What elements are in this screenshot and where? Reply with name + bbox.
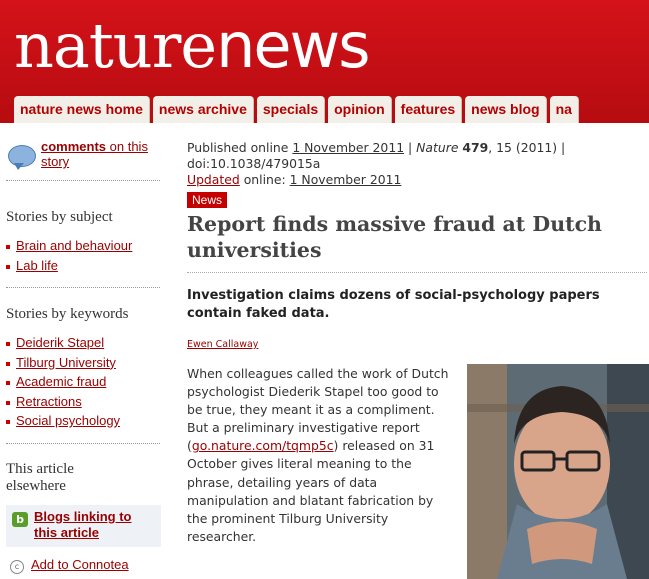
logo-news: news — [216, 9, 370, 82]
comments-link[interactable]: comments on this story — [6, 139, 161, 181]
site-header: naturenews nature news home news archive… — [0, 0, 649, 123]
elsewhere-heading: This article elsewhere — [6, 461, 74, 494]
updated-date: 1 November 2011 — [289, 172, 402, 188]
keywords-list: Deiderik Stapel Tilburg University Acade… — [6, 333, 120, 431]
speech-bubble-icon — [8, 145, 36, 170]
tab-nature-news-home[interactable]: nature news home — [14, 96, 150, 123]
tab-news-archive[interactable]: news archive — [152, 96, 254, 123]
nature-news-logo[interactable]: naturenews — [14, 0, 371, 92]
body-text-2: ) released on 31 October gives literal m… — [187, 438, 435, 544]
tab-overflow[interactable]: na — [549, 96, 579, 123]
logo-nature: nature — [14, 9, 217, 82]
subject-link-brain-and-behaviour[interactable]: Brain and behaviour — [6, 236, 132, 256]
published-date: 1 November 2011 — [292, 140, 405, 155]
article-title: Report finds massive fraud at Dutch univ… — [187, 212, 602, 262]
volume: 479 — [462, 140, 489, 155]
tab-opinion[interactable]: opinion — [328, 96, 392, 123]
article-standfirst: Investigation claims dozens of social-ps… — [187, 288, 600, 321]
keyword-link-tilburg[interactable]: Tilburg University — [6, 353, 120, 373]
article-body: When colleagues called the work of Dutch… — [187, 365, 457, 546]
divider — [6, 443, 160, 444]
article-photo — [467, 364, 649, 579]
subject-list: Brain and behaviour Lab life — [6, 236, 132, 275]
keyword-link-stapel[interactable]: Deiderik Stapel — [6, 333, 120, 353]
author-link[interactable]: Ewen Callaway — [187, 339, 258, 350]
keyword-link-retractions[interactable]: Retractions — [6, 392, 120, 412]
comments-label-bold: comments — [41, 139, 107, 154]
journal-name: Nature — [416, 140, 459, 155]
updated-mid: online: — [239, 172, 290, 188]
updated-link[interactable]: Updated — [187, 172, 240, 187]
blog-icon: b — [12, 512, 28, 527]
keyword-link-social-psychology[interactable]: Social psychology — [6, 411, 120, 431]
main-nav: nature news home news archive specials o… — [14, 96, 579, 123]
tab-specials[interactable]: specials — [256, 96, 326, 123]
connotea-icon: c — [10, 560, 24, 574]
doi: doi:10.1038/479015a — [187, 156, 321, 172]
published-label: Published online — [187, 140, 293, 155]
keyword-link-academic-fraud[interactable]: Academic fraud — [6, 372, 120, 392]
meta-separator: | — [404, 140, 417, 155]
blogs-linking-link: Blogs linking to this article — [34, 509, 132, 540]
divider — [6, 287, 160, 288]
keywords-heading: Stories by keywords — [6, 306, 129, 322]
portrait-image — [467, 364, 649, 579]
divider — [6, 180, 160, 181]
divider — [187, 272, 647, 273]
tab-features[interactable]: features — [394, 96, 463, 123]
subject-link-lab-life[interactable]: Lab life — [6, 256, 132, 276]
connotea-link[interactable]: Add to Connotea — [31, 557, 129, 572]
tab-news-blog[interactable]: news blog — [465, 96, 547, 123]
report-link[interactable]: go.nature.com/tqmp5c — [192, 438, 334, 453]
article-meta: Published online 1 November 2011 | Natur… — [187, 140, 587, 189]
blogs-linking-box[interactable]: b Blogs linking to this article — [6, 505, 161, 547]
pages: , 15 (2011) | — [488, 140, 566, 155]
news-badge: News — [187, 192, 228, 208]
subject-heading: Stories by subject — [6, 209, 113, 225]
